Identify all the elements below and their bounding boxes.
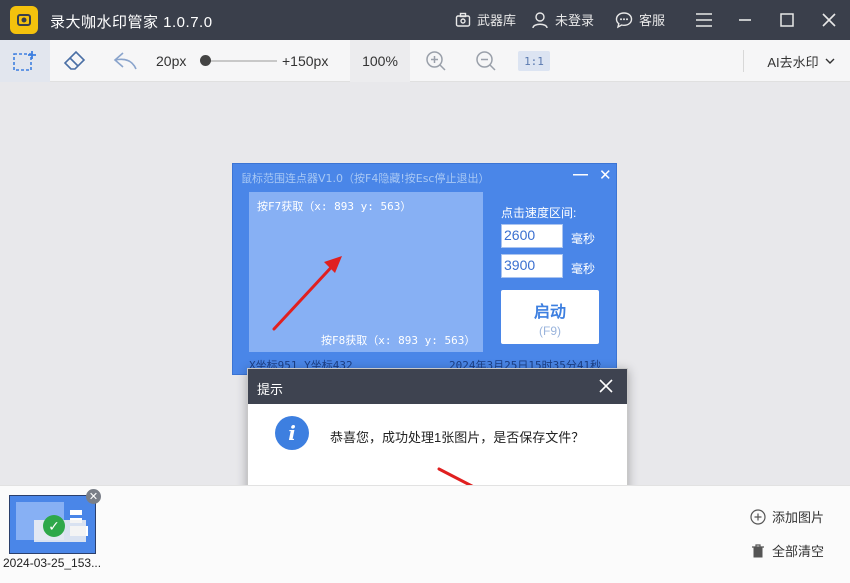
chat-icon (615, 11, 633, 28)
add-image-button[interactable]: 添加图片 (750, 507, 824, 526)
f7-coordinate-text: 按F7获取（x: 893 y: 563） (257, 200, 412, 213)
brush-max-label: +150px (282, 53, 329, 69)
eraser-tool[interactable] (50, 40, 100, 82)
login-button[interactable]: 未登录 (531, 10, 594, 29)
app-logo-icon (10, 6, 38, 34)
ai-watermark-label: AI去水印 (767, 54, 819, 70)
processed-check-icon: ✓ (43, 515, 65, 537)
add-image-label: 添加图片 (772, 510, 825, 525)
minimize-icon[interactable] (733, 8, 757, 32)
dialog-close-icon[interactable] (597, 377, 615, 395)
trash-icon (752, 543, 764, 557)
zoom-out-button[interactable] (470, 40, 502, 82)
arsenal-button[interactable]: 武器库 (455, 10, 516, 29)
clear-all-label: 全部清空 (772, 544, 825, 559)
max-unit-label: 毫秒 (571, 262, 596, 276)
clicker-start-button: 启动 (F9) (501, 290, 599, 344)
brush-size-slider[interactable] (205, 60, 277, 62)
start-label: 启动 (533, 304, 566, 321)
actual-size-label: 1:1 (524, 54, 544, 68)
add-circle-icon (750, 508, 766, 525)
thumbnail-filename: 2024-03-25_153... (3, 556, 102, 570)
annotation-arrow-icon (272, 256, 342, 331)
undo-tool[interactable] (100, 40, 150, 82)
zoom-in-button[interactable] (420, 40, 452, 82)
clicker-minimize-icon: — (573, 166, 588, 183)
menu-icon[interactable] (692, 8, 716, 32)
login-label: 未登录 (555, 13, 595, 28)
chevron-down-icon (825, 58, 835, 64)
clicker-window-title: 鼠标范围连点器V1.0（按F4隐藏!按Esc停止退出） (241, 172, 490, 185)
max-interval-value: 3900 (504, 257, 536, 273)
brush-min-label: 20px (156, 53, 187, 69)
close-icon[interactable] (817, 8, 841, 32)
toolbox-icon (455, 12, 471, 27)
dialog-message: 恭喜您，成功处理1张图片，是否保存文件？ (330, 430, 585, 445)
toolbar-divider (743, 50, 744, 72)
undo-icon (113, 52, 137, 70)
clear-all-button[interactable]: 全部清空 (750, 541, 824, 560)
actual-size-button[interactable]: 1:1 (518, 51, 550, 71)
dialog-title: 提示 (257, 382, 284, 397)
speed-range-label: 点击速度区间: (501, 206, 577, 220)
rect-select-icon (13, 51, 36, 71)
user-icon (532, 11, 548, 28)
start-hint: (F9) (539, 324, 561, 338)
zoom-in-icon (426, 51, 446, 71)
dialog-header: 提示 (248, 369, 627, 404)
zoom-out-icon (476, 51, 496, 71)
min-interval-value: 2600 (504, 227, 536, 243)
brush-size-slider-knob[interactable] (200, 55, 211, 66)
clicker-close-icon: ✕ (599, 167, 612, 184)
service-button[interactable]: 客服 (615, 10, 665, 29)
info-icon: i (275, 416, 309, 450)
max-interval-field: 3900 (501, 254, 563, 278)
arsenal-label: 武器库 (477, 13, 517, 28)
app-title: 录大咖水印管家 1.0.7.0 (50, 14, 213, 31)
image-list-panel (0, 485, 850, 583)
eraser-icon (63, 50, 86, 70)
thumbnail-remove-icon[interactable]: ✕ (86, 489, 101, 504)
ai-watermark-dropdown[interactable]: AI去水印 (760, 40, 842, 82)
maximize-icon[interactable] (775, 8, 799, 32)
min-unit-label: 毫秒 (571, 232, 596, 246)
min-interval-field: 2600 (501, 224, 563, 248)
zoom-level: 100% (350, 40, 410, 82)
service-label: 客服 (639, 13, 666, 28)
title-bar: 录大咖水印管家 1.0.7.0 武器库 未登录 客服 (0, 0, 850, 40)
rect-select-tool[interactable] (0, 40, 50, 82)
zoom-label: 100% (362, 53, 398, 69)
